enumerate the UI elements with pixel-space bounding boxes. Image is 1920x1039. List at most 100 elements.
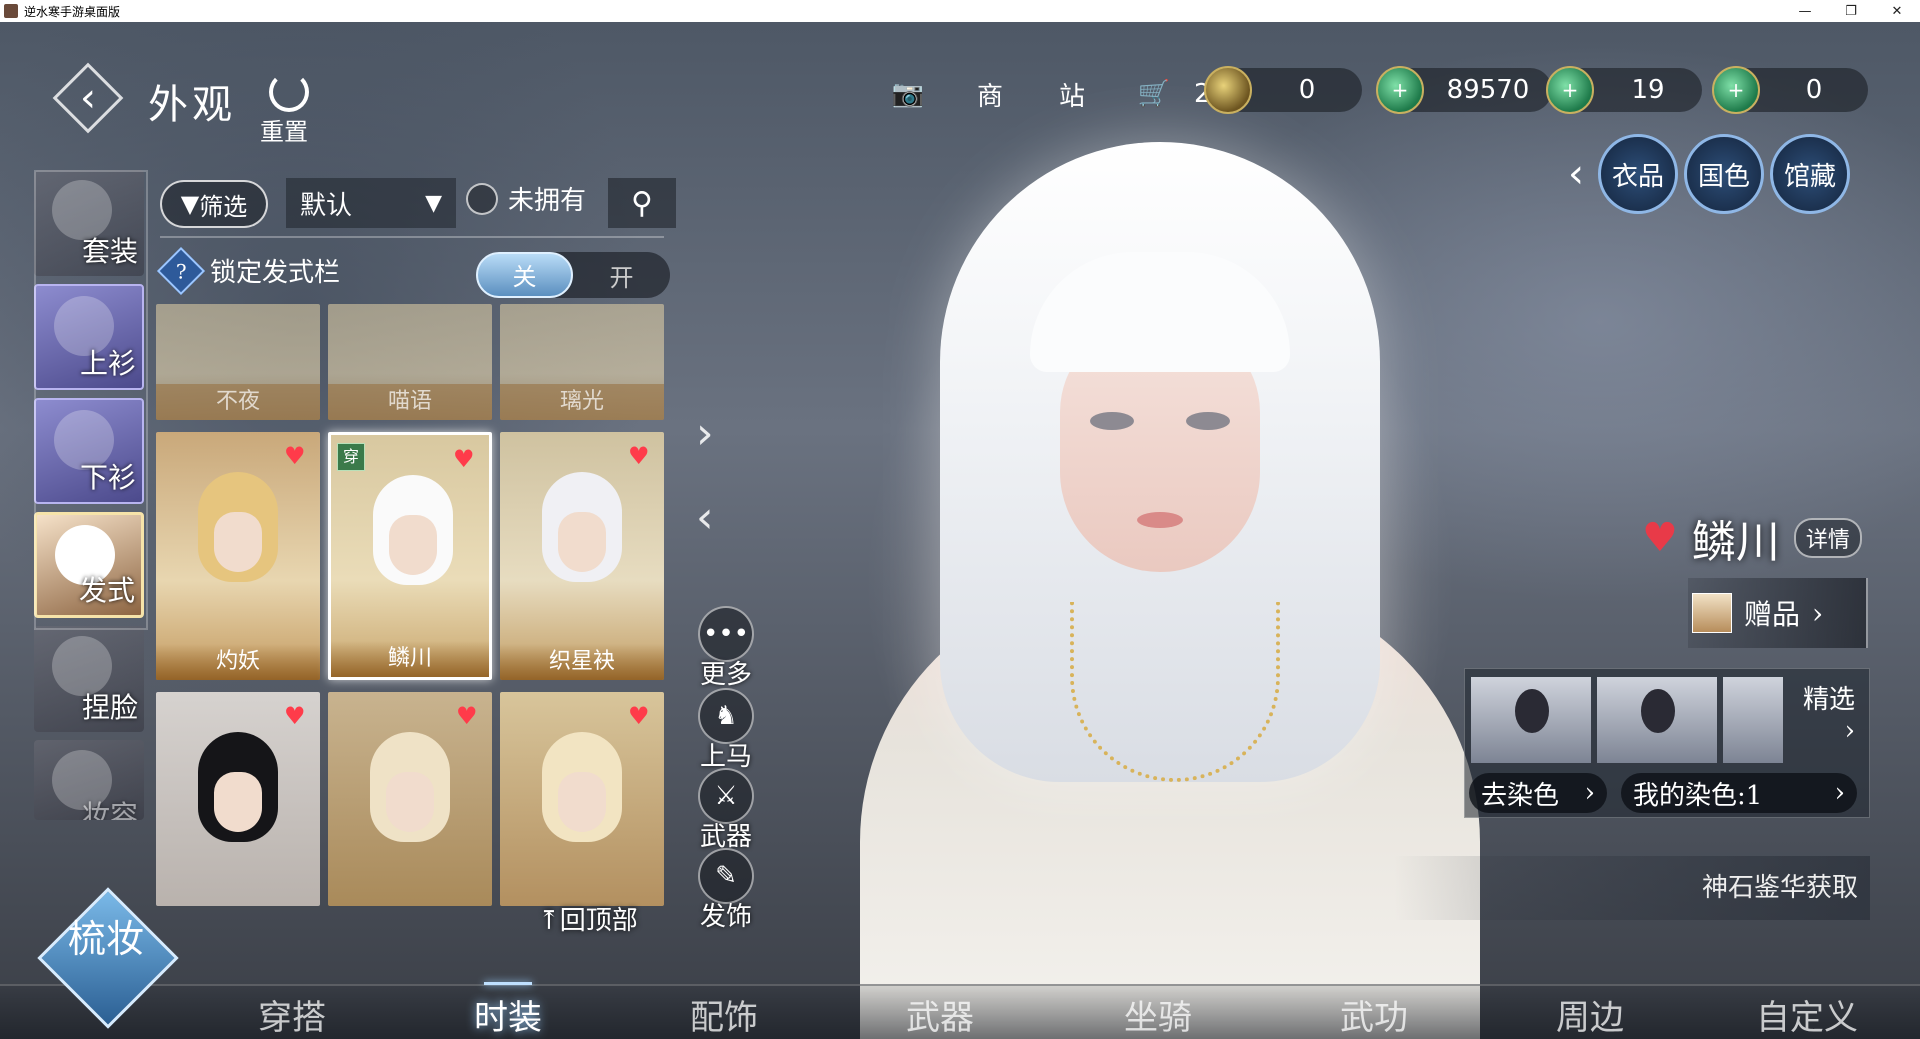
funnel-icon: ▼ xyxy=(180,190,200,218)
my-dye-button[interactable]: 我的染色:1 › xyxy=(1621,773,1857,813)
sort-value: 默认 xyxy=(300,190,353,221)
minimize-button[interactable]: — xyxy=(1782,0,1828,22)
dye-featured-button[interactable]: 精选 › xyxy=(1803,679,1855,746)
tab-weapon[interactable]: 武器 xyxy=(906,990,974,1039)
detail-button[interactable]: 详情 xyxy=(1793,518,1862,558)
remove-dye-button[interactable]: 去染色 › xyxy=(1469,773,1607,813)
lock-label: 锁定发式栏 xyxy=(210,258,341,288)
category-hair[interactable]: 发式 xyxy=(34,512,144,618)
gold-coin-icon xyxy=(1204,66,1252,114)
tab-national-color[interactable]: 国色 xyxy=(1684,134,1764,214)
hairstyle-item[interactable]: ♥ xyxy=(500,692,664,906)
tab-custom[interactable]: 自定义 xyxy=(1756,990,1858,1039)
filter-button[interactable]: ▼ 筛选 xyxy=(160,180,268,228)
jade-coin-plus-icon: + xyxy=(1712,66,1760,114)
dye-preview-thumbnail[interactable] xyxy=(1723,677,1783,763)
reset-icon xyxy=(269,72,309,112)
back-button[interactable]: ‹ xyxy=(52,62,124,134)
toggle-on-option[interactable]: 开 xyxy=(573,258,670,293)
expand-arrow-icon[interactable]: › xyxy=(696,408,714,459)
favorite-heart-icon[interactable]: ♥ xyxy=(284,444,306,468)
currency-jade-1[interactable]: + 89570 xyxy=(1376,66,1552,114)
tab-accessory[interactable]: 配饰 xyxy=(690,990,758,1039)
hairstyle-item-selected[interactable]: 穿 ♥ 鳞川 xyxy=(328,432,492,680)
worn-badge: 穿 xyxy=(337,443,365,471)
tab-merch[interactable]: 周边 xyxy=(1556,990,1624,1039)
hairstyle-item[interactable]: ♥ 灼妖 xyxy=(156,432,320,680)
category-suit[interactable]: 套装 xyxy=(34,170,144,276)
category-top[interactable]: 上衫 xyxy=(34,284,144,390)
station-button[interactable]: 站 xyxy=(1044,72,1100,116)
unowned-radio[interactable] xyxy=(466,182,498,215)
tab-collection[interactable]: 馆藏 xyxy=(1770,134,1850,214)
maximize-button[interactable]: ❐ xyxy=(1828,0,1874,22)
back-to-top-button[interactable]: ⤒回顶部 xyxy=(538,900,638,937)
hairstyle-item[interactable]: ♥ xyxy=(328,692,492,906)
favorite-heart-icon[interactable]: ♥ xyxy=(628,444,650,468)
chevron-right-icon: › xyxy=(1844,716,1855,746)
makeup-button[interactable]: 梳妆 xyxy=(37,887,179,1029)
character-lips xyxy=(1137,512,1183,528)
hairstyle-grid: 不夜 喵语 璃光 ♥ 灼妖 穿 ♥ 鳞川 ♥ 织星袂 ♥ ♥ ♥ xyxy=(156,304,666,928)
window-titlebar: 逆水寒手游桌面版 — ❐ ✕ xyxy=(0,0,1920,22)
currency-amount: 19 xyxy=(1631,75,1665,105)
favorite-heart-icon[interactable]: ♥ xyxy=(284,704,306,728)
hairstyle-item[interactable]: ♥ 织星袂 xyxy=(500,432,664,680)
hairstyle-item[interactable]: 喵语 xyxy=(328,304,492,420)
top-toolbar: 📷 商 站 🛒 2 xyxy=(880,72,1211,116)
favorite-heart-icon[interactable]: ♥ xyxy=(456,704,478,728)
shop-button[interactable]: 商 xyxy=(962,72,1018,116)
help-icon[interactable]: ? xyxy=(156,246,206,295)
hairstyle-item[interactable]: 不夜 xyxy=(156,304,320,420)
favorite-heart-icon[interactable]: ♥ xyxy=(628,704,650,728)
app-icon xyxy=(4,4,18,18)
tab-clothing-rating[interactable]: 衣品 xyxy=(1598,134,1678,214)
lock-toggle[interactable]: 关 开 xyxy=(476,252,670,298)
category-makeup[interactable]: 妆容 xyxy=(34,740,144,820)
cart-button[interactable]: 🛒 xyxy=(1126,72,1182,116)
favorite-heart-icon[interactable]: ♥ xyxy=(1642,515,1678,561)
chevron-right-icon: › xyxy=(1584,778,1595,808)
camera-button[interactable]: 📷 xyxy=(880,72,936,116)
dye-panel: 精选 › 去染色 › 我的染色:1 › xyxy=(1464,668,1870,818)
reset-button[interactable]: 重置 xyxy=(256,72,322,146)
collapse-arrow-icon[interactable]: ‹ xyxy=(696,492,714,543)
chevron-right-icon: › xyxy=(1834,778,1845,808)
chevron-left-icon[interactable]: ‹ xyxy=(1568,151,1584,197)
jade-coin-plus-icon: + xyxy=(1546,66,1594,114)
unowned-filter[interactable]: 未拥有 xyxy=(466,180,586,217)
sort-select[interactable]: 默认 ▼ xyxy=(286,178,456,228)
tab-outfit[interactable]: 穿搭 xyxy=(258,990,326,1039)
currency-jade-2[interactable]: + 19 xyxy=(1546,66,1702,114)
item-name-row: ♥ 鳞川 详情 xyxy=(1642,506,1862,570)
shop-label: 商 xyxy=(976,81,1003,112)
window-controls: — ❐ ✕ xyxy=(1782,0,1920,22)
search-button[interactable]: ⚲ xyxy=(608,178,676,228)
gift-button[interactable]: 赠品 › xyxy=(1688,578,1868,648)
hairstyle-item[interactable]: ♥ xyxy=(156,692,320,906)
chevron-down-icon: ▼ xyxy=(425,190,442,216)
hairstyle-item[interactable]: 璃光 xyxy=(500,304,664,420)
dye-preview-thumbnail[interactable] xyxy=(1471,677,1591,763)
more-button[interactable]: ••• 更多 xyxy=(694,606,758,691)
toggle-off-option[interactable]: 关 xyxy=(476,252,573,298)
arrow-up-icon: ⤒ xyxy=(538,906,560,936)
favorite-heart-icon[interactable]: ♥ xyxy=(453,447,475,471)
category-face[interactable]: 捏脸 xyxy=(34,626,144,732)
tab-mount[interactable]: 坐骑 xyxy=(1124,990,1192,1039)
close-button[interactable]: ✕ xyxy=(1874,0,1920,22)
currency-amount: 0 xyxy=(1805,75,1823,105)
mount-button[interactable]: ♞ 上马 xyxy=(694,688,758,773)
reset-label: 重置 xyxy=(260,118,308,146)
currency-jade-3[interactable]: + 0 xyxy=(1712,66,1868,114)
page-title: 外观 xyxy=(148,82,236,128)
category-bottom[interactable]: 下衫 xyxy=(34,398,144,504)
hair-ornament-button[interactable]: ✎ 发饰 xyxy=(694,848,758,933)
weapon-button[interactable]: ⚔ 武器 xyxy=(694,768,758,853)
currency-gold[interactable]: 0 xyxy=(1204,66,1362,114)
game-viewport: ‹ 外观 重置 📷 商 站 🛒 2 0 + 89570 + 19 + 0 ▼ 筛选… xyxy=(0,22,1920,1039)
tab-martial-arts[interactable]: 武功 xyxy=(1340,990,1408,1039)
dye-preview-thumbnail[interactable] xyxy=(1597,677,1717,763)
tab-fashion[interactable]: 时装 xyxy=(474,982,542,1039)
acquire-source[interactable]: 神石鉴华获取 xyxy=(1394,856,1870,920)
